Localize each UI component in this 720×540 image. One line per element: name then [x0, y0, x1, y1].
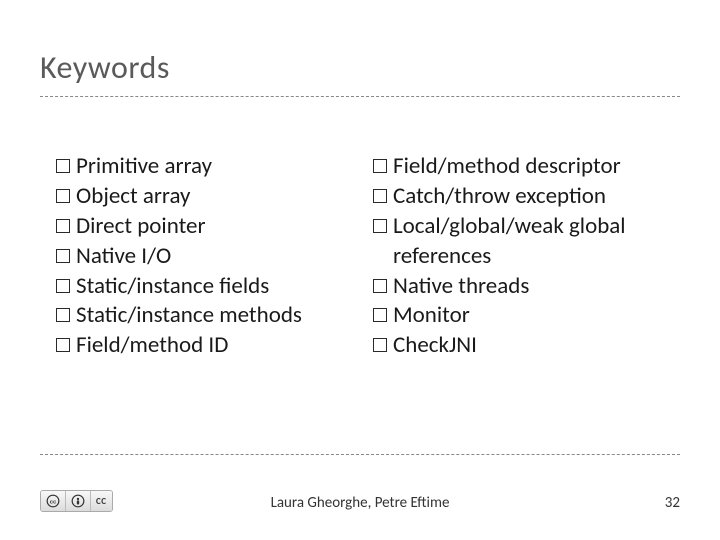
square-bullet-icon: [56, 219, 70, 233]
square-bullet-icon: [56, 338, 70, 352]
list-item-label: Object array: [76, 182, 190, 212]
list-item: Monitor: [373, 301, 680, 331]
list-item: Object array: [56, 182, 363, 212]
footer-authors: Laura Gheorghe, Petre Eftime: [0, 494, 720, 512]
list-item: Native I/O: [56, 242, 363, 272]
list-item: Field/method descriptor: [373, 152, 680, 182]
list-item: Local/global/weak global references: [373, 212, 680, 272]
list-item: Catch/throw exception: [373, 182, 680, 212]
list-item-label: Native threads: [393, 272, 529, 302]
list-item: Primitive array: [56, 152, 363, 182]
list-item: Static/instance fields: [56, 272, 363, 302]
list-item: Static/instance methods: [56, 301, 363, 331]
list-item: Field/method ID: [56, 331, 363, 361]
slide-title: Keywords: [40, 48, 170, 87]
square-bullet-icon: [56, 249, 70, 263]
square-bullet-icon: [56, 159, 70, 173]
content-area: Primitive arrayObject arrayDirect pointe…: [56, 152, 680, 361]
list-item-label: Static/instance methods: [76, 301, 302, 331]
square-bullet-icon: [373, 189, 387, 203]
square-bullet-icon: [373, 279, 387, 293]
square-bullet-icon: [373, 159, 387, 173]
list-item-label: Field/method descriptor: [393, 152, 621, 182]
slide: Keywords Primitive arrayObject arrayDire…: [0, 0, 720, 540]
list-item: Direct pointer: [56, 212, 363, 242]
list-item-label: Local/global/weak global references: [393, 212, 680, 272]
page-number: 32: [665, 494, 680, 512]
list-item-label: Native I/O: [76, 242, 171, 272]
right-column: Field/method descriptorCatch/throw excep…: [373, 152, 680, 361]
list-item-label: Static/instance fields: [76, 272, 269, 302]
footer-divider: [40, 454, 680, 455]
square-bullet-icon: [373, 219, 387, 233]
list-item-label: Direct pointer: [76, 212, 206, 242]
list-item: Native threads: [373, 272, 680, 302]
list-item-label: Field/method ID: [76, 331, 228, 361]
list-item: CheckJNI: [373, 331, 680, 361]
left-column: Primitive arrayObject arrayDirect pointe…: [56, 152, 363, 361]
list-item-label: Catch/throw exception: [393, 182, 606, 212]
square-bullet-icon: [56, 189, 70, 203]
list-item-label: Primitive array: [76, 152, 212, 182]
square-bullet-icon: [56, 279, 70, 293]
list-item-label: CheckJNI: [393, 331, 477, 361]
title-divider: [40, 96, 680, 97]
square-bullet-icon: [56, 308, 70, 322]
list-item-label: Monitor: [393, 301, 470, 331]
square-bullet-icon: [373, 308, 387, 322]
square-bullet-icon: [373, 338, 387, 352]
